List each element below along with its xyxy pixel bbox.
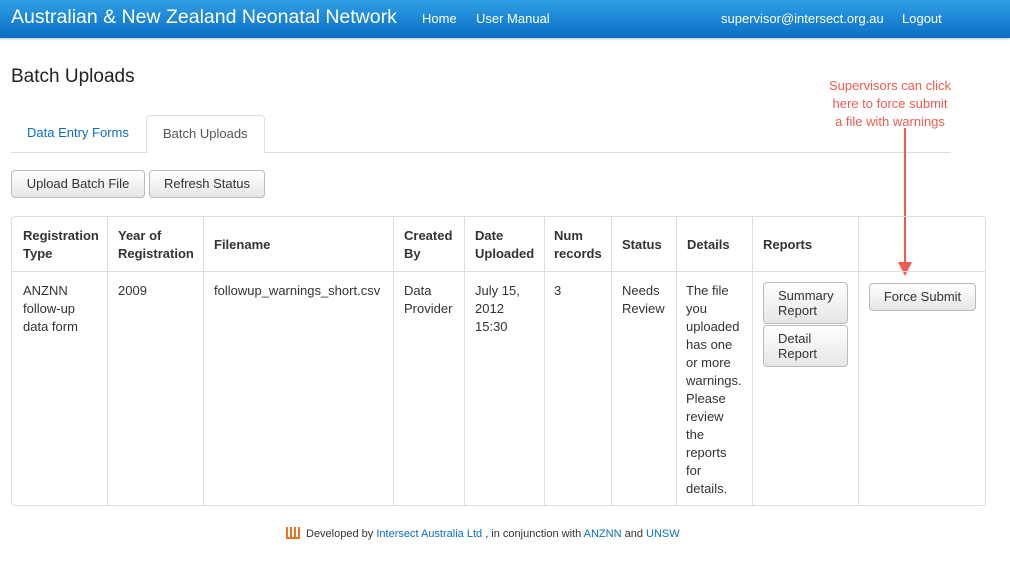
cell-filename: followup_warnings_short.csv [214, 283, 381, 298]
header-num-records: Num records [554, 228, 602, 261]
nav-home-link[interactable]: Home [422, 11, 457, 26]
detail-report-button[interactable]: Detail Report [763, 325, 848, 367]
cell-year: 2009 [118, 283, 147, 298]
header-registration-type: Registration Type [23, 228, 99, 261]
cell-created-by: Data Provider [404, 283, 453, 316]
cell-details: The file you uploaded has one or more warning… [686, 283, 742, 496]
supervisor-annotation: Supervisors can click here to force subm… [815, 77, 965, 131]
unsw-link[interactable]: UNSW [646, 528, 680, 540]
tab-batch-uploads[interactable]: Batch Uploads [146, 115, 265, 154]
header-filename: Filename [214, 237, 271, 252]
annotation-line: here to force submit [832, 96, 948, 111]
tab-data-entry-forms[interactable]: Data Entry Forms [11, 115, 145, 151]
header-reports: Reports [763, 237, 813, 252]
top-navbar: Australian & New Zealand Neonatal Networ… [0, 0, 1010, 38]
intersect-logo-icon [286, 527, 300, 539]
tab-bar: Data Entry Forms Batch Uploads [11, 115, 951, 154]
nav-user-manual-link[interactable]: User Manual [476, 11, 550, 26]
header-created-by: Created By [404, 228, 453, 261]
cell-num-records: 3 [554, 283, 562, 298]
header-year-of-registration: Year of Registration [118, 228, 194, 261]
upload-batch-file-button[interactable]: Upload Batch File [11, 170, 145, 198]
header-date-uploaded: Date Uploaded [475, 228, 535, 261]
annotation-line: Supervisors can click [828, 78, 952, 93]
footer-and: and [624, 528, 643, 540]
footer: Developed by Intersect Australia Ltd , i… [0, 527, 1010, 543]
brand-title[interactable]: Australian & New Zealand Neonatal Networ… [11, 6, 397, 29]
user-email-link[interactable]: supervisor@intersect.org.au [721, 11, 884, 26]
force-submit-button[interactable]: Force Submit [869, 283, 976, 311]
refresh-status-button[interactable]: Refresh Status [149, 170, 265, 198]
cell-date-uploaded: July 15, 2012 15:30 [475, 283, 520, 334]
anznn-link[interactable]: ANZNN [584, 528, 622, 540]
header-details: Details [687, 237, 730, 252]
cell-registration-type: ANZNN follow-up data form [23, 283, 78, 334]
annotation-line: a file with warnings [835, 114, 945, 129]
logout-link[interactable]: Logout [902, 11, 942, 26]
intersect-link[interactable]: Intersect Australia Ltd [376, 528, 482, 540]
cell-status: Needs Review [622, 283, 665, 316]
header-status: Status [622, 237, 662, 252]
page-title: Batch Uploads [11, 66, 135, 87]
footer-prefix: Developed by [306, 528, 374, 540]
summary-report-button[interactable]: Summary Report [763, 282, 848, 324]
footer-middle: , in conjunction with [485, 528, 582, 540]
batch-uploads-table: Registration Type Year of Registration Fil… [11, 216, 986, 506]
